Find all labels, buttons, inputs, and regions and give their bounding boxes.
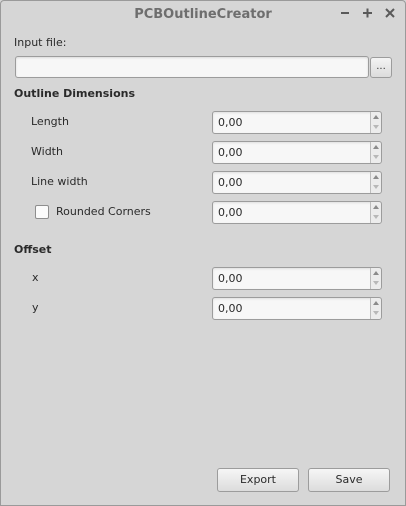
spin-up-arrow-icon[interactable] (373, 271, 379, 275)
save-button[interactable]: Save (308, 468, 390, 492)
corner-radius-stepper[interactable] (370, 202, 381, 223)
offset-y-stepper[interactable] (370, 298, 381, 319)
corner-radius-spinbox[interactable]: 0,00 (212, 201, 382, 224)
offset-y-spinbox[interactable]: 0,00 (212, 297, 382, 320)
offset-x-spinbox[interactable]: 0,00 (212, 267, 382, 290)
input-file-label: Input file: (14, 36, 67, 49)
maximize-icon[interactable] (360, 5, 376, 21)
rounded-corners-label[interactable]: Rounded Corners (56, 205, 151, 218)
spin-down-arrow-icon[interactable] (373, 125, 379, 129)
width-stepper[interactable] (370, 142, 381, 163)
line-width-stepper[interactable] (370, 172, 381, 193)
width-spinbox[interactable]: 0,00 (212, 141, 382, 164)
width-label: Width (31, 145, 63, 158)
width-value: 0,00 (218, 146, 243, 159)
spin-up-arrow-icon[interactable] (373, 205, 379, 209)
corner-radius-value: 0,00 (218, 206, 243, 219)
app-window: PCBOutlineCreator Input file: ... Outlin… (0, 0, 406, 506)
spin-up-arrow-icon[interactable] (373, 175, 379, 179)
offset-y-value: 0,00 (218, 302, 243, 315)
input-file-field[interactable] (15, 56, 369, 78)
spin-down-arrow-icon[interactable] (373, 185, 379, 189)
export-button[interactable]: Export (217, 468, 299, 492)
rounded-corners-checkbox[interactable] (35, 205, 49, 219)
offset-x-label: x (32, 271, 39, 284)
length-spinbox[interactable]: 0,00 (212, 111, 382, 134)
minimize-icon[interactable] (338, 5, 354, 21)
spin-down-arrow-icon[interactable] (373, 155, 379, 159)
offset-heading: Offset (14, 243, 52, 256)
length-label: Length (31, 115, 69, 128)
offset-y-label: y (32, 301, 39, 314)
spin-up-arrow-icon[interactable] (373, 301, 379, 305)
line-width-value: 0,00 (218, 176, 243, 189)
offset-x-stepper[interactable] (370, 268, 381, 289)
spin-up-arrow-icon[interactable] (373, 115, 379, 119)
spin-down-arrow-icon[interactable] (373, 311, 379, 315)
line-width-label: Line width (31, 175, 88, 188)
offset-x-value: 0,00 (218, 272, 243, 285)
title-bar[interactable]: PCBOutlineCreator (1, 1, 405, 27)
length-value: 0,00 (218, 116, 243, 129)
close-icon[interactable] (382, 5, 398, 21)
browse-button[interactable]: ... (370, 57, 392, 78)
spin-down-arrow-icon[interactable] (373, 215, 379, 219)
length-stepper[interactable] (370, 112, 381, 133)
spin-down-arrow-icon[interactable] (373, 281, 379, 285)
line-width-spinbox[interactable]: 0,00 (212, 171, 382, 194)
outline-dimensions-heading: Outline Dimensions (14, 87, 136, 100)
spin-up-arrow-icon[interactable] (373, 145, 379, 149)
